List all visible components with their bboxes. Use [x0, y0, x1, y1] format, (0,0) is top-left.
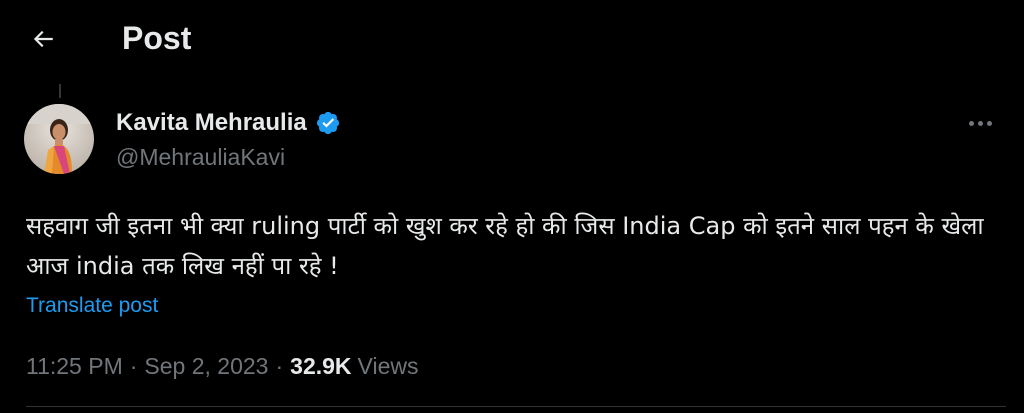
header-bar: Post [0, 0, 1024, 78]
more-dot-icon [968, 120, 974, 126]
verified-badge-icon [316, 111, 339, 135]
author-handle[interactable]: @MehrauliaKavi [116, 142, 285, 172]
arrow-left-icon [33, 30, 53, 48]
post-date[interactable]: Sep 2, 2023 [144, 350, 268, 382]
author-name-row[interactable]: Kavita Mehraulia [116, 108, 341, 138]
divider [26, 406, 1006, 407]
author-name: Kavita Mehraulia [116, 109, 307, 136]
more-options-button[interactable] [958, 108, 1002, 138]
separator-dot: · [129, 353, 138, 379]
translate-post-link[interactable]: Translate post [26, 292, 158, 320]
page-title: Post [122, 20, 192, 56]
thread-connector-line [59, 84, 61, 98]
avatar-image [24, 104, 94, 174]
separator-dot: · [275, 353, 284, 379]
avatar[interactable] [24, 104, 94, 174]
more-dot-icon [977, 120, 983, 126]
views-label: Views [357, 353, 419, 379]
views-count[interactable]: 32.9K [290, 350, 351, 382]
more-dot-icon [986, 120, 992, 126]
post-metadata: 11:25 PM · Sep 2, 2023 · 32.9K Views [26, 350, 418, 382]
post-text: सहवाग जी इतना भी क्या ruling पार्टी को ख… [26, 212, 984, 280]
back-button[interactable] [22, 18, 64, 60]
post-time[interactable]: 11:25 PM [26, 350, 123, 382]
